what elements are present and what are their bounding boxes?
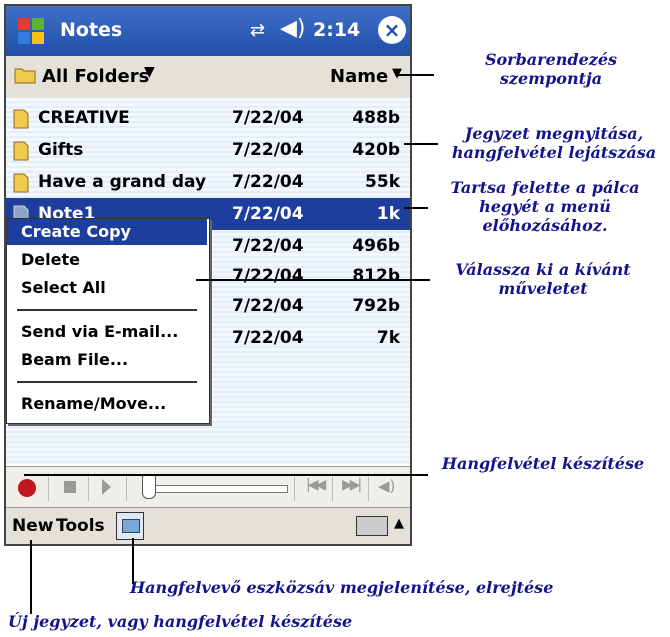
divider	[88, 473, 89, 501]
note-size: 496b	[352, 236, 400, 256]
context-menu: Create Copy Delete Select All Send via E…	[6, 218, 210, 424]
volume-slider-track[interactable]	[146, 485, 288, 493]
note-file-icon	[13, 141, 29, 161]
note-name: Gifts	[38, 140, 84, 160]
note-date: 7/22/04	[232, 172, 304, 192]
windows-start-icon[interactable]	[14, 14, 48, 48]
app-title: Notes	[60, 19, 123, 41]
note-size: 812b	[352, 266, 400, 286]
divider	[48, 473, 49, 501]
annotation-line	[24, 474, 428, 476]
record-icon[interactable]	[18, 479, 36, 497]
note-date: 7/22/04	[232, 140, 304, 160]
note-name: Have a grand day	[38, 172, 207, 192]
note-file-icon	[13, 173, 29, 193]
menu-item-rename-move[interactable]: Rename/Move...	[7, 391, 207, 417]
note-size: 55k	[365, 172, 400, 192]
device-screen: Notes ⇄ ◀) 2:14 × All Folders ▼ Name ▼ C…	[4, 4, 412, 546]
annotation-line	[396, 74, 434, 76]
divider	[126, 473, 127, 501]
folder-bar: All Folders ▼ Name ▼	[6, 56, 410, 99]
note-date: 7/22/04	[232, 296, 304, 316]
chevron-up-icon[interactable]: ▲	[394, 516, 404, 531]
tools-menu[interactable]: Tools	[56, 516, 105, 536]
folder-icon	[14, 68, 36, 84]
command-bar: New Tools ▲	[6, 508, 410, 544]
note-date: 7/22/04	[232, 108, 304, 128]
list-item[interactable]: Have a grand day 7/22/04 55k	[6, 166, 410, 198]
speaker-icon[interactable]: ◀)	[378, 477, 395, 495]
skip-forward-icon[interactable]: ▶▶|	[342, 477, 362, 493]
menu-item-select-all[interactable]: Select All	[7, 275, 207, 301]
note-size: 1k	[376, 204, 400, 224]
stop-icon[interactable]	[64, 481, 76, 493]
menu-separator	[17, 309, 197, 311]
note-date: 7/22/04	[232, 204, 304, 224]
annotation-line	[404, 207, 428, 209]
annotation-record: Hangfelvétel készítése	[441, 454, 645, 473]
annotation-hold: Tartsa felette a pálca hegyét a menü elő…	[450, 178, 640, 235]
menu-item-delete[interactable]: Delete	[7, 247, 207, 273]
note-date: 7/22/04	[232, 236, 304, 256]
annotation-choose: Válassza ki a kívánt műveletet	[455, 260, 631, 298]
connectivity-icon[interactable]: ⇄	[250, 20, 265, 41]
title-bar: Notes ⇄ ◀) 2:14 ×	[6, 6, 410, 56]
annotation-open: Jegyzet megnyitása, hangfelvétel lejátsz…	[451, 124, 657, 162]
annotation-sort: Sorbarendezés szempontja	[484, 50, 618, 88]
annotation-toolbar: Hangfelvevő eszközsáv megjelenítése, elr…	[130, 578, 554, 597]
divider	[294, 473, 295, 501]
divider	[368, 473, 369, 501]
menu-separator	[17, 381, 197, 383]
new-button[interactable]: New	[12, 516, 53, 536]
notes-list: CREATIVE 7/22/04 488b Gifts 7/22/04 420b…	[6, 98, 410, 464]
list-item[interactable]: CREATIVE 7/22/04 488b	[6, 102, 410, 134]
annotation-new: Új jegyzet, vagy hangfelvétel készítése	[8, 612, 353, 631]
speaker-icon[interactable]: ◀)	[280, 16, 306, 41]
divider	[332, 473, 333, 501]
menu-item-create-copy[interactable]: Create Copy	[7, 219, 207, 245]
skip-back-icon[interactable]: |◀◀	[306, 477, 326, 493]
note-size: 420b	[352, 140, 400, 160]
list-item[interactable]: Gifts 7/22/04 420b	[6, 134, 410, 166]
recording-toolbar: |◀◀ ▶▶| ◀)	[6, 466, 410, 508]
keyboard-icon[interactable]	[356, 516, 388, 536]
note-date: 7/22/04	[232, 266, 304, 286]
folder-dropdown[interactable]: All Folders	[42, 66, 149, 87]
annotation-line	[30, 540, 32, 614]
note-size: 7k	[376, 328, 400, 348]
clock[interactable]: 2:14	[313, 19, 360, 41]
note-date: 7/22/04	[232, 328, 304, 348]
volume-slider-thumb[interactable]	[142, 475, 156, 499]
chevron-down-icon[interactable]: ▼	[144, 64, 155, 80]
close-button[interactable]: ×	[378, 16, 406, 44]
annotation-line	[196, 279, 430, 281]
sort-dropdown[interactable]: Name	[330, 66, 388, 87]
note-file-icon	[13, 109, 29, 129]
menu-item-send-email[interactable]: Send via E-mail...	[7, 319, 207, 345]
menu-item-beam-file[interactable]: Beam File...	[7, 347, 207, 373]
recording-toolbar-toggle-icon[interactable]	[116, 512, 144, 540]
note-size: 792b	[352, 296, 400, 316]
note-name: CREATIVE	[38, 108, 130, 128]
play-icon[interactable]	[102, 479, 111, 495]
annotation-line	[404, 143, 438, 145]
note-size: 488b	[352, 108, 400, 128]
